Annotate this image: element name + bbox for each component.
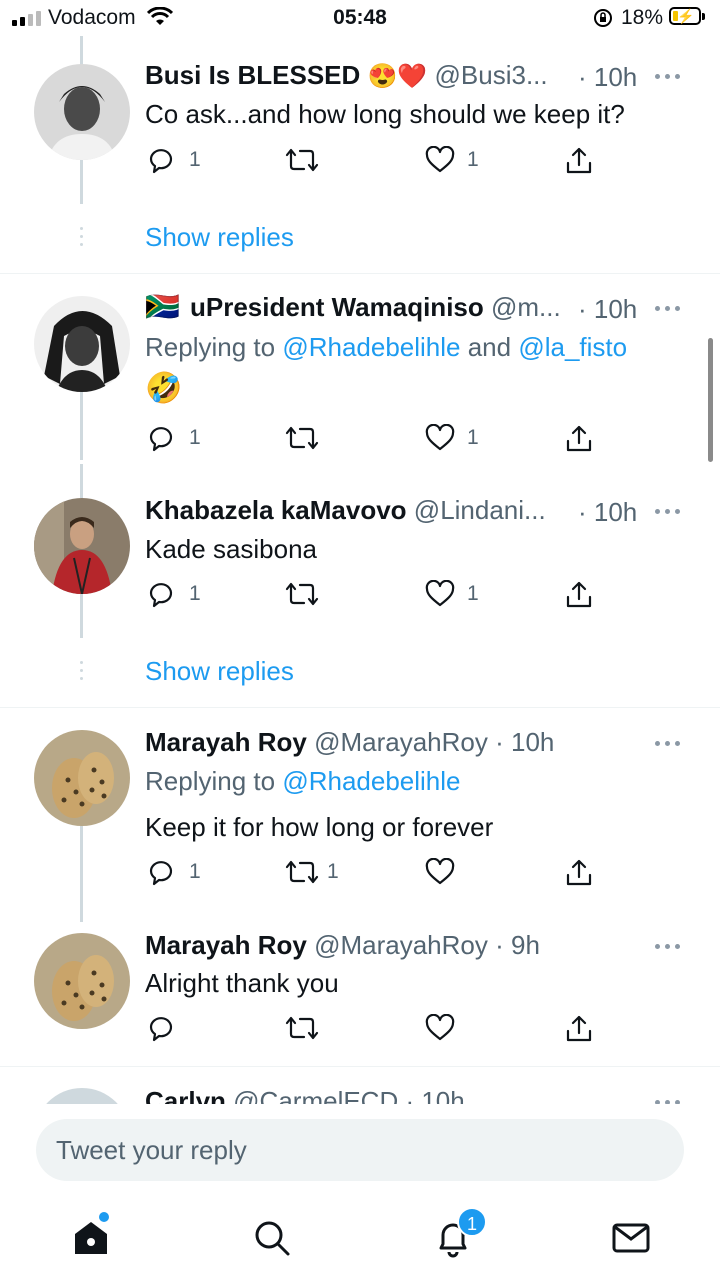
heart-icon xyxy=(425,424,455,451)
like-button[interactable] xyxy=(425,858,485,888)
reply-count: 1 xyxy=(189,148,201,171)
mention-link[interactable]: @Rhadebelihle xyxy=(282,332,460,362)
tweet-time: · 10h xyxy=(578,294,638,324)
share-button[interactable] xyxy=(565,424,595,454)
scrollbar[interactable] xyxy=(708,338,713,462)
like-count: 1 xyxy=(467,426,479,449)
reply-icon xyxy=(149,427,173,452)
search-icon[interactable] xyxy=(252,1218,292,1258)
tweet-text: 🤣 xyxy=(145,372,183,405)
retweet-icon xyxy=(285,860,319,884)
retweet-button[interactable]: 1 xyxy=(285,858,345,888)
like-count: 1 xyxy=(467,582,479,605)
tweet-author[interactable]: Marayah Roy @MarayahRoy · 10h xyxy=(145,727,554,758)
reply-count: 1 xyxy=(189,582,201,605)
like-button[interactable]: 1 xyxy=(425,146,485,176)
show-replies-link[interactable]: Show replies xyxy=(145,656,294,687)
tweet-time: · 10h xyxy=(578,62,638,92)
mention-link[interactable]: @Rhadebelihle xyxy=(282,766,460,796)
home-unread-dot xyxy=(99,1212,109,1222)
home-icon[interactable] xyxy=(71,1218,111,1258)
tweet-text: Co ask...and how long should we keep it? xyxy=(145,99,625,129)
reply-button[interactable]: 1 xyxy=(147,424,207,454)
heart-icon xyxy=(425,580,455,607)
retweet-button[interactable] xyxy=(285,424,345,454)
composer-placeholder: Tweet your reply xyxy=(56,1135,247,1165)
share-icon xyxy=(566,147,592,174)
share-icon xyxy=(566,1015,592,1042)
messages-icon[interactable] xyxy=(611,1218,651,1258)
reply-icon xyxy=(149,1017,173,1042)
more-options-icon[interactable] xyxy=(655,304,683,312)
status-bar: Vodacom 05:48 18% ⚡ xyxy=(0,0,720,36)
tweet-author[interactable]: Khabazela kaMavovo @Lindani... xyxy=(145,495,546,526)
reply-composer[interactable]: Tweet your reply xyxy=(36,1119,684,1181)
share-icon xyxy=(566,581,592,608)
tweet-text: Alright thank you xyxy=(145,968,339,998)
tweet-author[interactable]: Marayah Roy @MarayahRoy · 9h xyxy=(145,930,540,961)
reply-button[interactable] xyxy=(147,1014,207,1044)
avatar[interactable] xyxy=(34,296,130,392)
more-options-icon[interactable] xyxy=(655,72,683,80)
more-options-icon[interactable] xyxy=(655,739,683,747)
more-options-icon[interactable] xyxy=(655,507,683,515)
like-button[interactable]: 1 xyxy=(425,580,485,610)
share-button[interactable] xyxy=(565,858,595,888)
reply-icon xyxy=(149,149,173,174)
reply-button[interactable]: 1 xyxy=(147,146,207,176)
avatar[interactable] xyxy=(34,730,130,826)
retweet-icon xyxy=(285,1016,319,1040)
retweet-button[interactable] xyxy=(285,1014,345,1044)
retweet-icon xyxy=(285,426,319,450)
reply-count: 1 xyxy=(189,426,201,449)
heart-icon xyxy=(425,858,455,885)
flag-icon: 🇿🇦 xyxy=(145,291,180,322)
show-replies-link[interactable]: Show replies xyxy=(145,222,294,253)
reply-icon xyxy=(149,583,173,608)
more-options-icon[interactable] xyxy=(655,942,683,950)
retweet-icon xyxy=(285,582,319,606)
replying-to: Replying to @Rhadebelihle and @la_fisto xyxy=(145,332,628,362)
avatar[interactable] xyxy=(34,933,130,1029)
reply-button[interactable]: 1 xyxy=(147,580,207,610)
avatar[interactable] xyxy=(34,498,130,594)
tweet-text: Kade sasibona xyxy=(145,534,318,564)
heart-icon xyxy=(425,146,455,173)
share-button[interactable] xyxy=(565,580,595,610)
like-button[interactable]: 1 xyxy=(425,424,485,454)
tweet-author[interactable]: Busi Is BLESSED 😍❤️ @Busi3... xyxy=(145,60,548,91)
reply-count: 1 xyxy=(189,860,201,883)
retweet-button[interactable] xyxy=(285,146,345,176)
share-button[interactable] xyxy=(565,146,595,176)
reply-button[interactable]: 1 xyxy=(147,858,207,888)
battery-icon: ⚡ xyxy=(669,7,701,25)
mention-link[interactable]: @la_fisto xyxy=(518,332,627,362)
reply-icon xyxy=(149,861,173,886)
retweet-count: 1 xyxy=(327,860,339,883)
heart-icon xyxy=(425,1014,455,1041)
like-button[interactable] xyxy=(425,1014,485,1044)
tweet-time: · 10h xyxy=(578,497,638,527)
tweet-author[interactable]: uPresident Wamaqiniso @m... xyxy=(190,292,561,323)
share-button[interactable] xyxy=(565,1014,595,1044)
tweet-text: Keep it for how long or forever xyxy=(145,812,494,842)
notification-badge: 1 xyxy=(457,1207,487,1237)
orientation-lock-icon xyxy=(594,9,612,27)
share-icon xyxy=(566,425,592,452)
retweet-icon xyxy=(285,148,319,172)
share-icon xyxy=(566,859,592,886)
avatar[interactable] xyxy=(34,64,130,160)
battery-percent: 18% xyxy=(621,6,664,29)
retweet-button[interactable] xyxy=(285,580,345,610)
like-count: 1 xyxy=(467,148,479,171)
replying-to: Replying to @Rhadebelihle xyxy=(145,766,461,796)
